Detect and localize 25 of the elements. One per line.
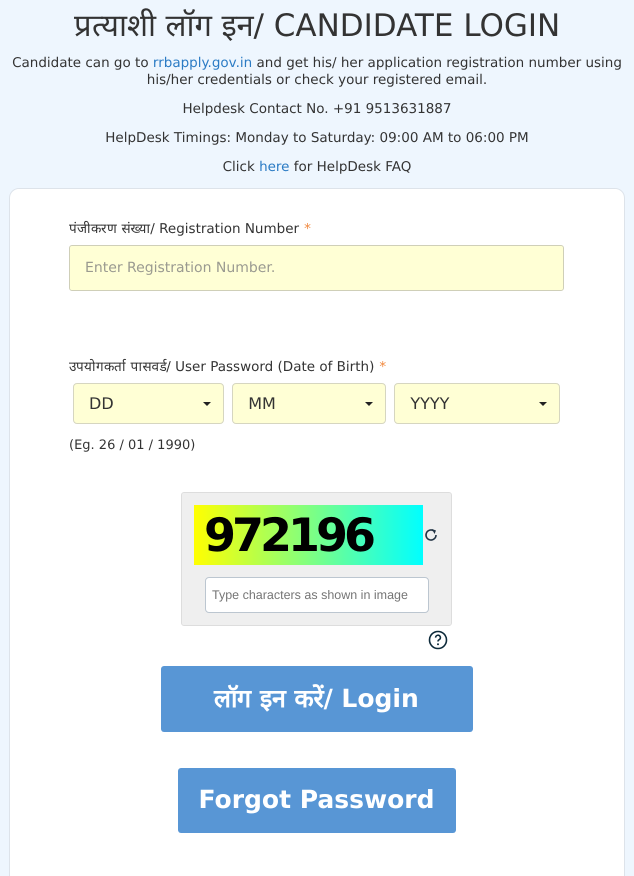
site-link[interactable]: rrbapply.gov.in [152, 55, 252, 72]
required-mark: * [379, 358, 386, 377]
password-label: उपयोगकर्ता पासवर्ड/ User Password (Date of Birth) [69, 358, 374, 377]
registration-label: पंजीकरण संख्या/ Registration Number [69, 220, 300, 239]
forgot-password-button[interactable]: Forgot Password [178, 768, 456, 833]
captcha-image: 972196 [194, 504, 423, 565]
date-select[interactable]: MM [232, 383, 386, 424]
refresh-icon[interactable] [423, 526, 439, 543]
caret-icon [365, 402, 374, 406]
login-button[interactable]: लॉग इन करें/ Login [160, 666, 472, 732]
caret-icon [538, 402, 547, 406]
date-select[interactable]: DD [73, 383, 224, 424]
required-mark: * [304, 220, 311, 239]
faq-text: Click here for HelpDesk FAQ [222, 158, 412, 176]
date-select[interactable]: YYYY [394, 383, 560, 424]
captcha-field[interactable]: Type characters as shown in image [205, 576, 429, 613]
caret-icon [203, 402, 212, 406]
help-icon[interactable] [428, 630, 448, 650]
registration-field[interactable]: Enter Registration Number. [69, 244, 564, 291]
helpdesk-contact: Helpdesk Contact No. +91 9513631887 [182, 100, 452, 118]
helpdesk-timings: HelpDesk Timings: Monday to Saturday: 09:00 AM to 06:00 PM [104, 130, 530, 147]
faq-link[interactable]: here [259, 158, 290, 175]
intro-text: Candidate can go to rrbapply.gov.in and get his/ her application registration number using his/her credentials or check your registered email. [11, 55, 623, 89]
page-title: प्रत्याशी लॉग इन/ CANDIDATE LOGIN [72, 8, 562, 46]
date-example: (Eg. 26 / 01 / 1990) [69, 437, 196, 456]
